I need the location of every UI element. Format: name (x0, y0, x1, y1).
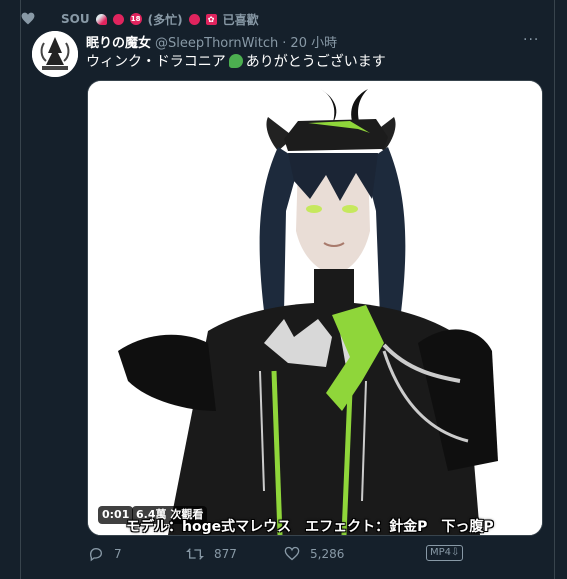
like-heart-icon (284, 546, 300, 561)
retweet-icon (186, 548, 204, 560)
reply-count: 7 (114, 547, 122, 561)
crab-icon (112, 13, 124, 25)
separator-dot: · (282, 36, 287, 51)
apple-icon (188, 13, 200, 25)
retweet-count: 877 (214, 547, 237, 561)
like-count: 5,286 (310, 546, 345, 561)
mp4-download-button[interactable]: MP4⇩ (426, 545, 464, 561)
tweet-text-part-1: ウィンク・ドラコニア (86, 54, 226, 70)
video-player[interactable]: 0:01 6.4萬 次觀看 モデル：hoge式マレウス エフェクト：針金P 下っ… (87, 80, 543, 536)
right-column-border (554, 0, 567, 579)
tweet-timestamp[interactable]: 20 小時 (290, 32, 337, 51)
social-context[interactable]: SOU 18 (多忙) ✿ 已喜歡 (21, 10, 259, 28)
left-column-border (0, 0, 21, 579)
retweet-button[interactable]: 877 (186, 546, 237, 562)
like-button[interactable]: 5,286 (284, 546, 344, 561)
video-frame-illustration (88, 81, 542, 535)
liked-action-label: 已喜歡 (222, 12, 259, 27)
reply-icon (89, 547, 103, 562)
reply-button[interactable]: 7 (88, 546, 122, 562)
heart-icon (21, 12, 35, 25)
hk-flag-icon: ✿ (205, 13, 217, 25)
avatar[interactable] (32, 31, 78, 77)
liked-by-user-name[interactable]: SOU (61, 12, 90, 26)
eighteen-badge-icon: 18 (129, 13, 142, 25)
video-subtitle: モデル：hoge式マレウス エフェクト：針金P 下っ腹P (126, 519, 494, 535)
dragon-icon (228, 54, 243, 68)
tweet-text-part-2: ありがとうございます (245, 54, 386, 70)
more-options-icon[interactable]: ··· (523, 32, 539, 48)
rocket-icon (95, 13, 107, 25)
author-handle[interactable]: @SleepThornWitch (155, 36, 278, 51)
tweet-actions: 7 877 5,286 MP4⇩ (86, 545, 546, 566)
author-name[interactable]: 眠りの魔女 (86, 32, 151, 51)
tweet-card[interactable]: SOU 18 (多忙) ✿ 已喜歡 眠りの魔女 @SleepThornWitch… (21, 0, 554, 579)
tweet-header: 眠りの魔女 @SleepThornWitch · 20 小時 (86, 32, 337, 52)
download-icon: ⇩ (451, 547, 460, 558)
tweet-text: ウィンク・ドラコニア ありがとうございます (86, 51, 386, 71)
liked-by-user-status: (多忙) (147, 12, 183, 27)
